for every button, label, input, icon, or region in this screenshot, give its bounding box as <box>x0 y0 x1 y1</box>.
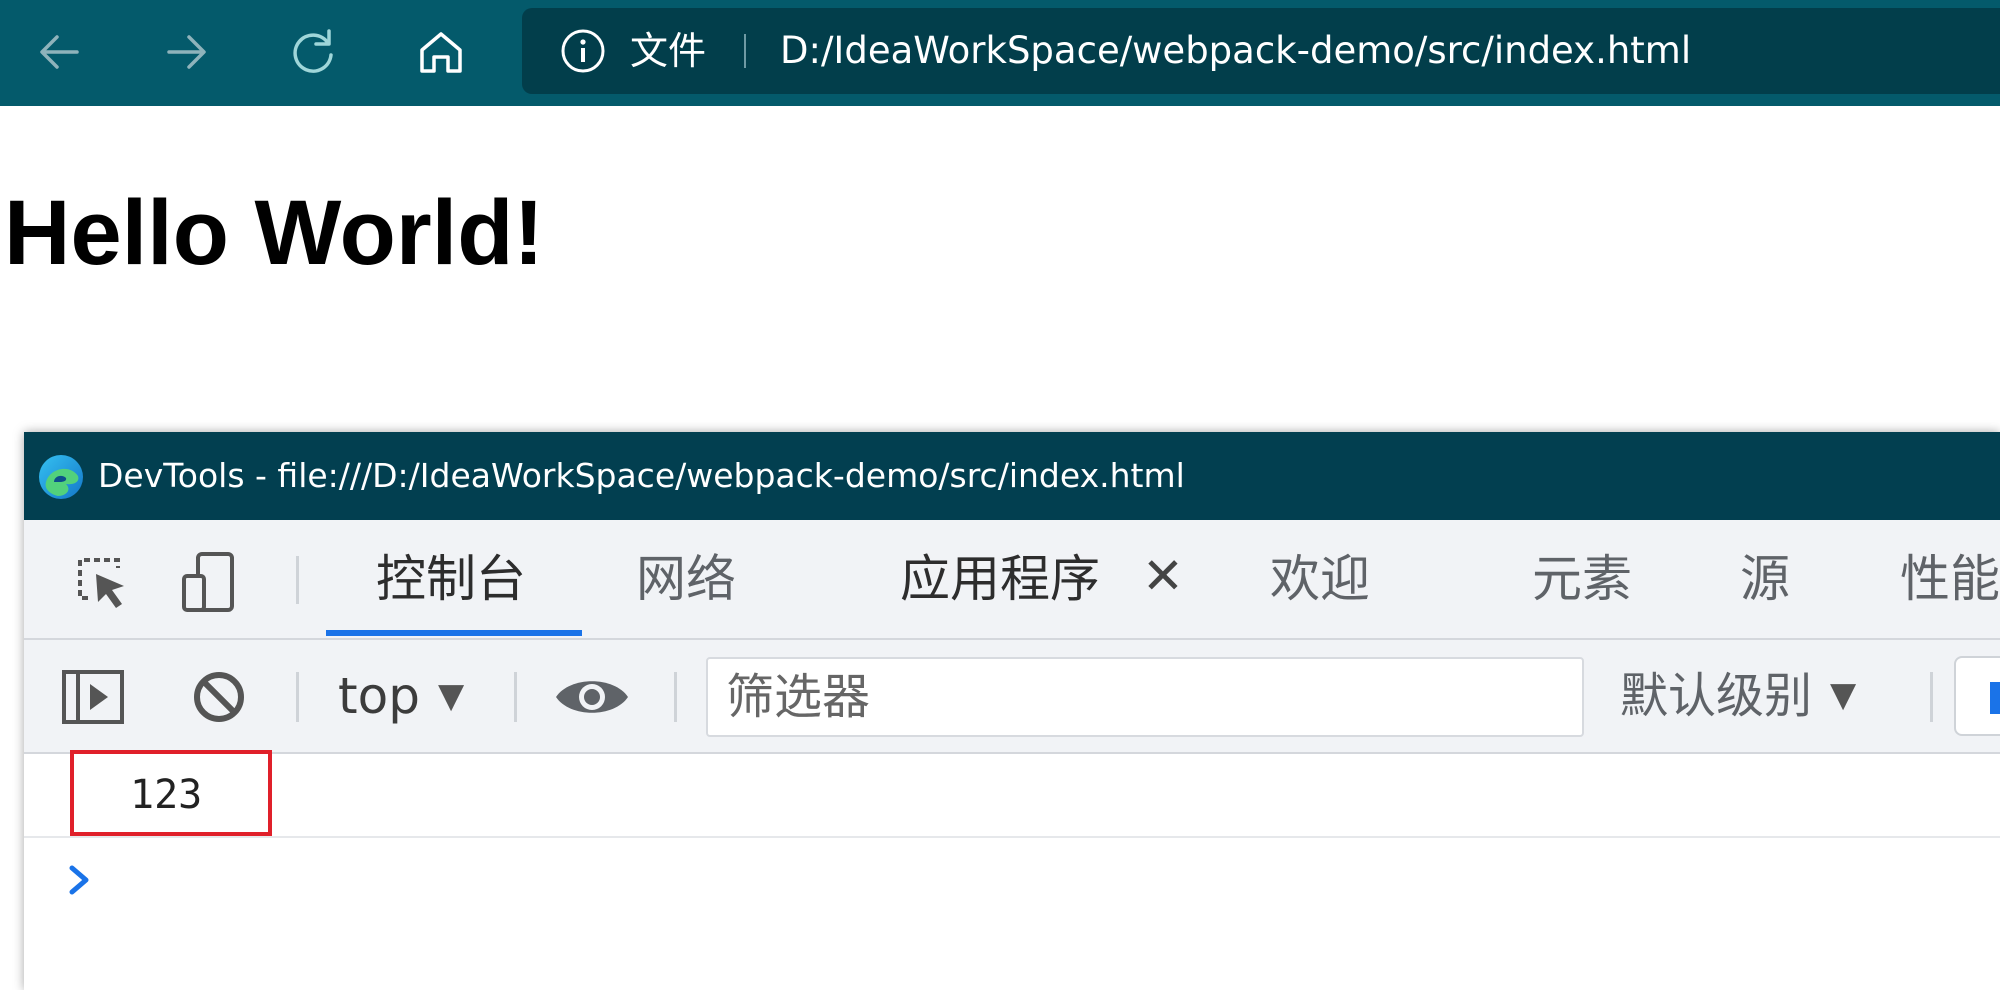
highlight-annotation <box>70 750 272 836</box>
address-divider <box>744 34 746 68</box>
back-button[interactable] <box>24 20 94 84</box>
edge-logo-icon <box>39 455 83 499</box>
log-level-selector[interactable]: 默认级别 ▼ <box>1620 640 1856 752</box>
refresh-icon <box>293 29 333 73</box>
tab-elements[interactable]: 元素 <box>1532 520 1632 638</box>
tab-performance[interactable]: 性能 <box>1900 520 2000 638</box>
console-message: 123 <box>24 750 2000 838</box>
devtools-titlebar[interactable]: DevTools - file:///D:/IdeaWorkSpace/webp… <box>24 432 2000 520</box>
toolbar-divider <box>1930 672 1933 722</box>
tab-network[interactable]: 网络 <box>636 520 736 638</box>
filter-input[interactable] <box>706 657 1584 737</box>
clear-console-icon[interactable] <box>184 664 254 730</box>
console-toolbar: top ▼ 默认级别 ▼ <box>24 640 2000 754</box>
tab-divider <box>296 556 299 604</box>
tab-console[interactable]: 控制台 <box>376 520 526 638</box>
info-icon[interactable] <box>560 28 606 74</box>
toolbar-divider <box>296 672 299 722</box>
eye-icon[interactable] <box>552 664 632 730</box>
close-icon[interactable]: ✕ <box>1142 520 1184 638</box>
active-tab-indicator <box>326 630 582 636</box>
toolbar-divider <box>514 672 517 722</box>
tab-sources[interactable]: 源 <box>1740 520 1790 638</box>
sidebar-toggle-icon[interactable] <box>58 664 128 730</box>
forward-button[interactable] <box>152 20 222 84</box>
address-scheme-label: 文件 <box>630 29 707 73</box>
tab-application[interactable]: 应用程序 <box>900 520 1100 638</box>
devtools-tab-strip: 控制台 网络 应用程序 ✕ 欢迎 元素 源 性能 <box>24 520 2000 640</box>
address-url[interactable]: D:/IdeaWorkSpace/webpack-demo/src/index.… <box>780 8 1691 94</box>
console-output[interactable]: 123 <box>24 750 2000 990</box>
tab-welcome[interactable]: 欢迎 <box>1270 520 1370 638</box>
context-selector-value: top <box>338 667 420 725</box>
address-bar[interactable]: 文件 D:/IdeaWorkSpace/webpack-demo/src/ind… <box>522 8 2000 94</box>
refresh-button[interactable] <box>278 20 348 84</box>
home-button[interactable] <box>406 20 476 84</box>
devtools-window: DevTools - file:///D:/IdeaWorkSpace/webp… <box>24 432 2000 990</box>
chevron-right-icon[interactable] <box>60 858 100 902</box>
home-icon <box>420 32 462 73</box>
devtools-window-title: DevTools - file:///D:/IdeaWorkSpace/webp… <box>98 456 1185 495</box>
log-level-caret: ▼ <box>1830 675 1857 715</box>
issues-button[interactable] <box>1954 656 2000 736</box>
arrow-left-icon <box>40 35 79 69</box>
inspect-element-icon[interactable] <box>66 548 136 618</box>
context-selector[interactable]: top ▼ <box>338 640 464 752</box>
issues-flag-icon <box>1990 682 2000 714</box>
browser-toolbar: 文件 D:/IdeaWorkSpace/webpack-demo/src/ind… <box>0 0 2000 106</box>
toolbar-divider <box>674 672 677 722</box>
page-heading: Hello World! <box>4 182 545 284</box>
arrow-right-icon <box>167 35 206 69</box>
context-selector-caret: ▼ <box>437 676 465 716</box>
device-toolbar-icon[interactable] <box>174 548 244 618</box>
log-level-value: 默认级别 <box>1620 668 1813 724</box>
